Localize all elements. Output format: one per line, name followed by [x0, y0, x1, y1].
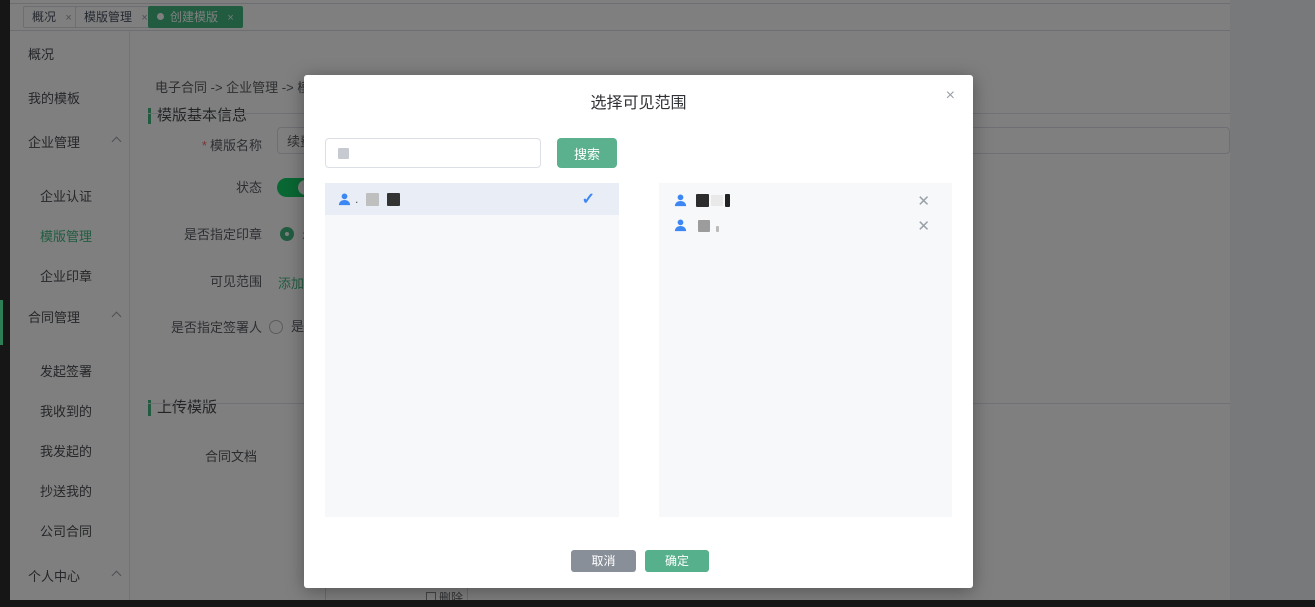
user-icon [337, 192, 352, 207]
selected-user-row[interactable]: ✕ [659, 188, 952, 213]
list-item-selected-user[interactable]: . ✓ [325, 183, 619, 215]
check-icon: ✓ [582, 189, 595, 209]
remove-user-icon[interactable]: ✕ [917, 217, 930, 235]
select-visible-range-dialog: 选择可见范围 × 搜索 . ✓ [304, 75, 973, 588]
dialog-close-icon[interactable]: × [946, 88, 955, 104]
redacted-name-block [716, 226, 719, 232]
selected-user-row[interactable]: ✕ [659, 213, 952, 238]
redacted-name-block [366, 193, 379, 206]
search-input[interactable] [325, 138, 541, 168]
redacted-dot: . [355, 192, 358, 206]
redacted-name-block [387, 193, 400, 206]
browser-viewport: 概况 × 模版管理 × 创建模版 × 概况 我的模板 企业管理 企业认证 模版管… [10, 0, 1315, 600]
search-placeholder-block [338, 148, 349, 159]
search-result-list: . ✓ [325, 183, 619, 517]
redacted-name-block [698, 220, 710, 232]
remove-user-icon[interactable]: ✕ [917, 192, 930, 210]
edge-scroll-hint [0, 300, 3, 345]
selected-user-list: ✕ ✕ [659, 183, 952, 517]
search-button[interactable]: 搜索 [557, 138, 617, 168]
user-icon [673, 193, 688, 208]
redacted-name-block [696, 194, 709, 207]
cancel-button[interactable]: 取消 [571, 550, 636, 572]
user-icon [673, 218, 688, 233]
redacted-name-block [725, 194, 730, 207]
dialog-title: 选择可见范围 [304, 89, 973, 113]
confirm-button[interactable]: 确定 [645, 550, 709, 572]
redacted-name-block [711, 195, 723, 206]
